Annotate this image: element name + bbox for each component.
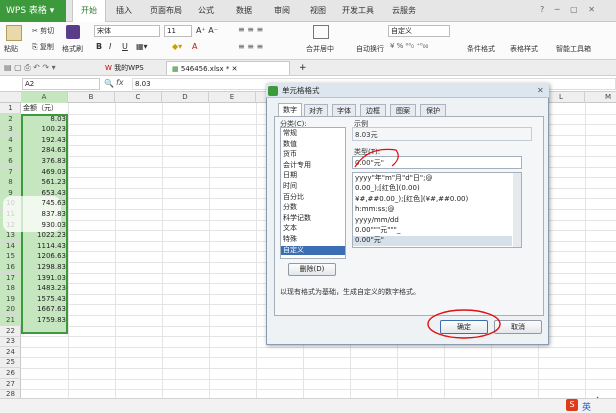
sogou-ime-icon[interactable]: S [566, 399, 578, 411]
annotation-overlay [354, 148, 603, 413]
ime-mode-label[interactable]: 英 [582, 400, 591, 413]
type-annotation-mark [354, 148, 399, 168]
status-bar [0, 398, 616, 413]
ok-annotation-circle [427, 309, 501, 339]
